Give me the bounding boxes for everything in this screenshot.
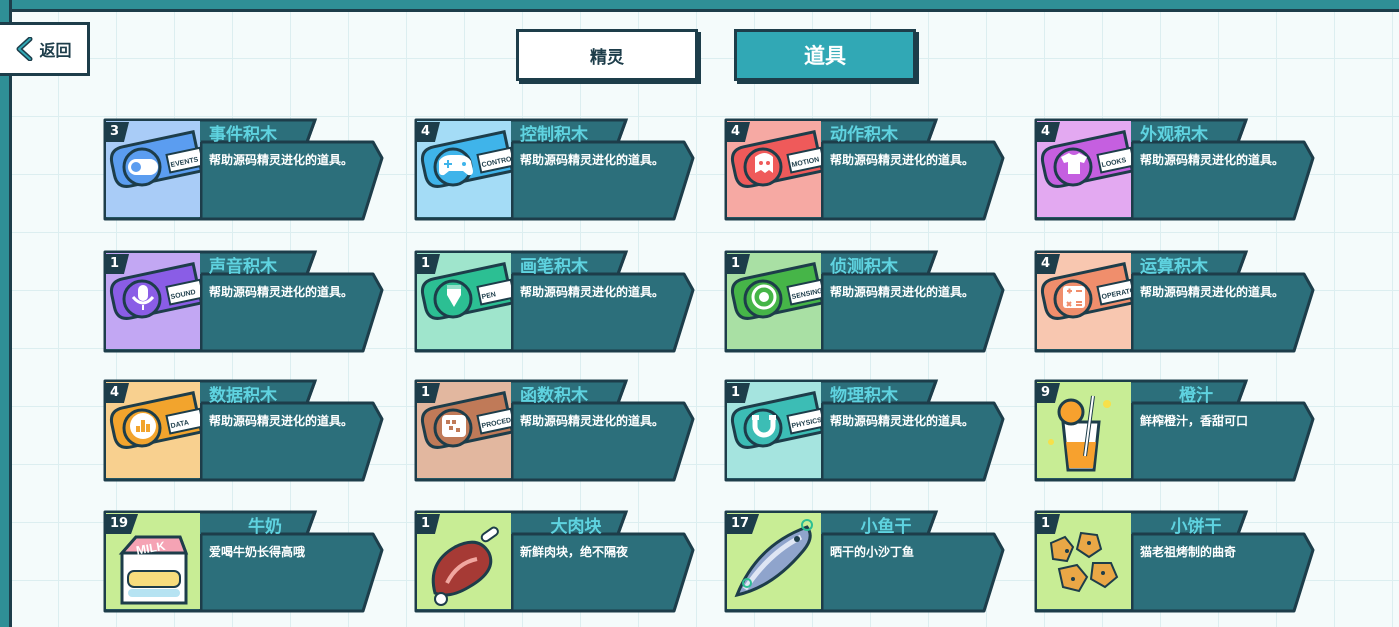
- item-title: 橙汁: [1179, 386, 1213, 406]
- item-description: 新鲜肉块，绝不隔夜: [520, 545, 629, 559]
- left-frame-bar: [0, 0, 12, 627]
- item-description: 帮助源码精灵进化的道具。: [830, 414, 975, 428]
- item-card[interactable]: 17 小鱼干 晒干的小沙丁鱼: [724, 510, 1006, 614]
- item-description: 帮助源码精灵进化的道具。: [209, 414, 354, 428]
- item-description: 帮助源码精灵进化的道具。: [830, 285, 975, 299]
- item-title: 侦测积木: [830, 257, 898, 277]
- item-card[interactable]: EVENTS 3 事件积木 帮助源码精灵进化的道具。: [103, 118, 385, 222]
- item-description: 帮助源码精灵进化的道具。: [209, 153, 354, 167]
- item-description: 鲜榨橙汁，香甜可口: [1140, 414, 1249, 428]
- item-card[interactable]: PEN 1 画笔积木 帮助源码精灵进化的道具。: [414, 250, 696, 354]
- item-title: 事件积木: [209, 125, 277, 145]
- item-title: 函数积木: [520, 386, 588, 406]
- item-card[interactable]: SENSING 1 侦测积木 帮助源码精灵进化的道具。: [724, 250, 1006, 354]
- item-card[interactable]: OPERATORS 4 运算积木 帮助源码精灵进化的道具。: [1034, 250, 1316, 354]
- item-description: 帮助源码精灵进化的道具。: [520, 153, 665, 167]
- item-title: 外观积木: [1140, 125, 1208, 145]
- item-description: 晒干的小沙丁鱼: [830, 545, 915, 559]
- top-frame-bar: [0, 0, 1399, 12]
- item-card[interactable]: 9 橙汁 鲜榨橙汁，香甜可口: [1034, 379, 1316, 483]
- item-card[interactable]: MOTION 4 动作积木 帮助源码精灵进化的道具。: [724, 118, 1006, 222]
- item-description: 帮助源码精灵进化的道具。: [1140, 285, 1285, 299]
- item-title: 物理积木: [830, 386, 898, 406]
- item-description: 猫老祖烤制的曲奇: [1140, 545, 1237, 559]
- item-description: 爱喝牛奶长得高哦: [209, 545, 306, 559]
- item-description: 帮助源码精灵进化的道具。: [520, 285, 665, 299]
- back-button-label: 返回: [39, 41, 72, 60]
- item-card[interactable]: SOUND 1 声音积木 帮助源码精灵进化的道具。: [103, 250, 385, 354]
- item-title: 动作积木: [830, 125, 898, 145]
- item-title: 小鱼干: [860, 517, 912, 537]
- tab-items[interactable]: 道具: [734, 29, 916, 81]
- item-description: 帮助源码精灵进化的道具。: [520, 414, 665, 428]
- item-title: 小饼干: [1170, 517, 1222, 537]
- item-card[interactable]: 1 大肉块 新鲜肉块，绝不隔夜: [414, 510, 696, 614]
- item-title: 运算积木: [1140, 257, 1208, 277]
- item-description: 帮助源码精灵进化的道具。: [209, 285, 354, 299]
- item-title: 大肉块: [550, 517, 602, 537]
- item-card[interactable]: 1 小饼干 猫老祖烤制的曲奇: [1034, 510, 1316, 614]
- chevron-left-icon: [16, 37, 33, 61]
- item-title: 牛奶: [248, 517, 282, 537]
- item-description: 帮助源码精灵进化的道具。: [830, 153, 975, 167]
- item-card[interactable]: CONTROL 4 控制积木 帮助源码精灵进化的道具。: [414, 118, 696, 222]
- item-description: 帮助源码精灵进化的道具。: [1140, 153, 1285, 167]
- item-title: 声音积木: [209, 257, 277, 277]
- item-title: 数据积木: [209, 386, 277, 406]
- tab-sprites[interactable]: 精灵: [516, 29, 698, 81]
- item-card[interactable]: DATA 4 数据积木 帮助源码精灵进化的道具。: [103, 379, 385, 483]
- item-card[interactable]: PROCEDURES 1 函数积木 帮助源码精灵进化的道具。: [414, 379, 696, 483]
- item-title: 画笔积木: [520, 257, 588, 277]
- back-button[interactable]: 返回: [0, 22, 90, 76]
- item-card[interactable]: MILK 19 牛奶 爱喝牛奶长得高哦: [103, 510, 385, 614]
- item-card[interactable]: PHYSICS 1 物理积木 帮助源码精灵进化的道具。: [724, 379, 1006, 483]
- item-title: 控制积木: [520, 125, 588, 145]
- item-card[interactable]: LOOKS 4 外观积木 帮助源码精灵进化的道具。: [1034, 118, 1316, 222]
